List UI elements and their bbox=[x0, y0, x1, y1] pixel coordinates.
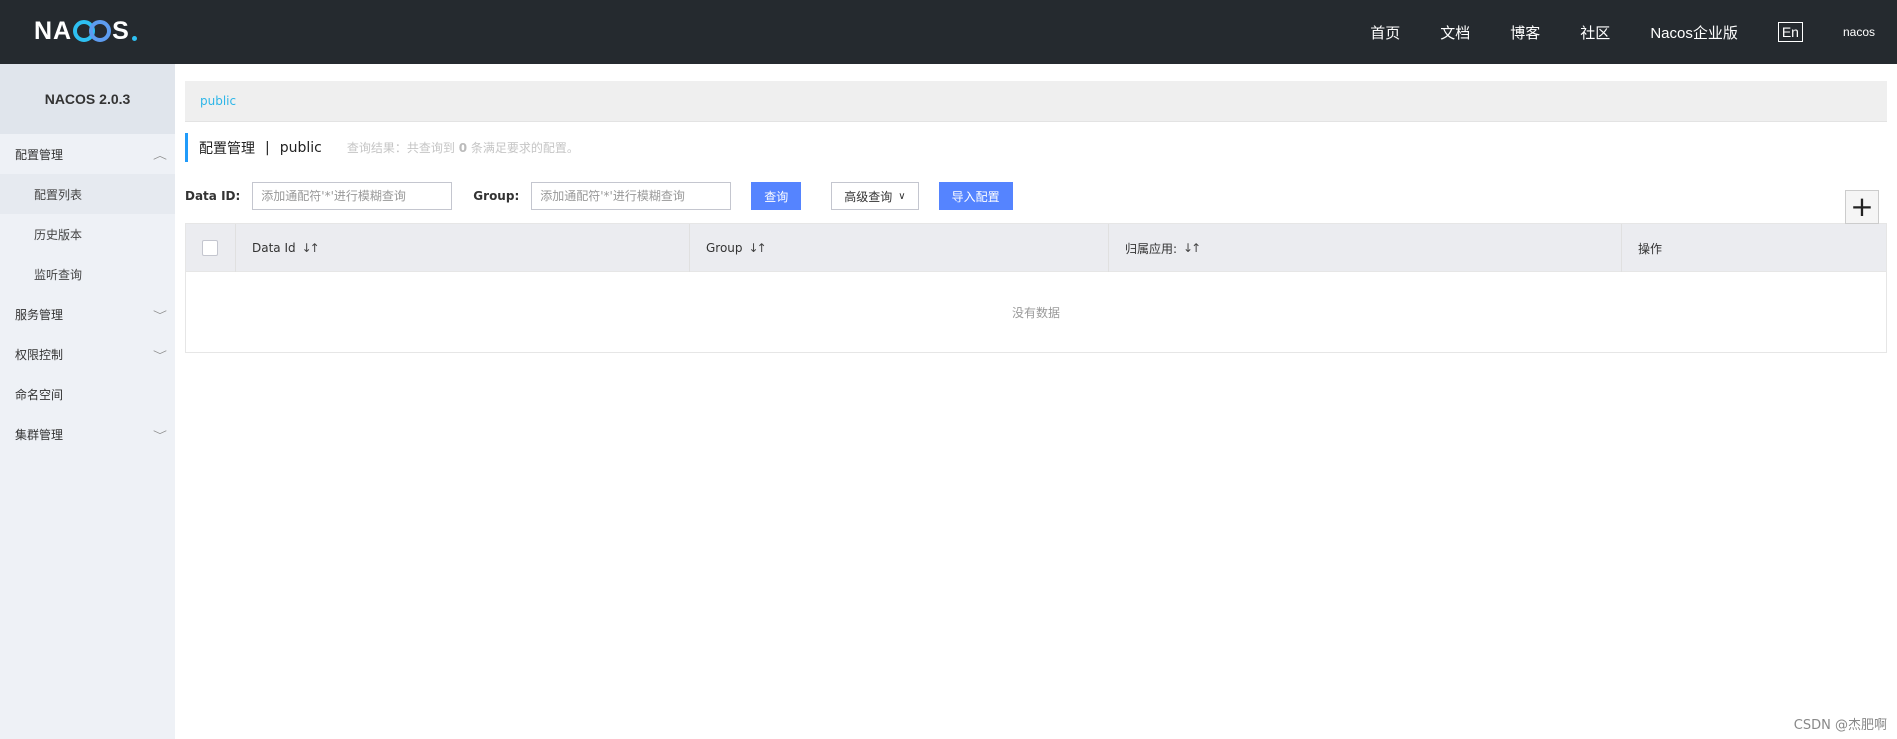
advanced-query-label: 高级查询 bbox=[844, 189, 893, 204]
logo-rings-icon bbox=[73, 20, 112, 42]
nav-docs[interactable]: 文档 bbox=[1440, 22, 1470, 43]
main-content: public 配置管理 | public 查询结果：共查询到 0 条满足要求的配… bbox=[185, 81, 1887, 353]
nav-home[interactable]: 首页 bbox=[1370, 22, 1400, 43]
logo-text-prefix: NA bbox=[34, 16, 73, 45]
import-config-button[interactable]: 导入配置 bbox=[938, 182, 1013, 210]
column-app[interactable]: 归属应用: ↓↑ bbox=[1109, 224, 1622, 272]
sidebar: NACOS 2.0.3 配置管理 ︿ 配置列表 历史版本 监听查询 服务管理 ﹀… bbox=[0, 64, 175, 739]
column-data-id[interactable]: Data Id ↓↑ bbox=[236, 224, 690, 272]
column-group[interactable]: Group ↓↑ bbox=[690, 224, 1109, 272]
menu-namespace[interactable]: 命名空间 bbox=[0, 374, 175, 414]
top-nav: 首页 文档 博客 社区 Nacos企业版 En nacos bbox=[1370, 0, 1897, 64]
column-data-id-label: Data Id bbox=[252, 241, 296, 255]
top-header: NA S 首页 文档 博客 社区 Nacos企业版 En nacos bbox=[0, 0, 1897, 64]
add-config-button[interactable]: + bbox=[1845, 190, 1879, 224]
menu-config-management-label: 配置管理 bbox=[15, 147, 64, 162]
config-table: Data Id ↓↑ Group ↓↑ 归属应用: ↓↑ 操作 没有数据 bbox=[185, 223, 1887, 353]
menu-namespace-label: 命名空间 bbox=[15, 387, 64, 402]
title-separator: | bbox=[265, 139, 270, 156]
menu-auth-control[interactable]: 权限控制 ﹀ bbox=[0, 334, 175, 374]
menu-service-management-label: 服务管理 bbox=[15, 307, 64, 322]
chevron-down-icon: ∨ bbox=[898, 190, 906, 202]
page-title: 配置管理 bbox=[199, 140, 255, 157]
sort-icon[interactable]: ↓↑ bbox=[302, 241, 320, 255]
chevron-up-icon: ︿ bbox=[153, 150, 167, 162]
dataid-input[interactable] bbox=[252, 182, 453, 210]
menu-history-version[interactable]: 历史版本 bbox=[0, 214, 175, 254]
menu-cluster-management-label: 集群管理 bbox=[15, 427, 64, 442]
column-app-label: 归属应用: bbox=[1125, 241, 1178, 256]
menu-cluster-management[interactable]: 集群管理 ﹀ bbox=[0, 414, 175, 454]
namespace-bar: public bbox=[185, 81, 1887, 122]
query-button[interactable]: 查询 bbox=[751, 182, 802, 210]
header-select-cell bbox=[186, 224, 236, 272]
table-header: Data Id ↓↑ Group ↓↑ 归属应用: ↓↑ 操作 bbox=[186, 224, 1886, 272]
plus-icon: + bbox=[1850, 190, 1874, 223]
chevron-down-icon: ﹀ bbox=[153, 310, 167, 322]
nacos-logo[interactable]: NA S bbox=[34, 17, 137, 45]
group-label: Group: bbox=[473, 189, 520, 203]
table-empty-state: 没有数据 bbox=[1011, 305, 1060, 320]
sort-icon[interactable]: ↓↑ bbox=[1183, 241, 1201, 255]
advanced-query-button[interactable]: 高级查询 ∨ bbox=[831, 182, 919, 210]
user-name[interactable]: nacos bbox=[1843, 25, 1875, 39]
sort-icon[interactable]: ↓↑ bbox=[749, 241, 767, 255]
menu-config-management[interactable]: 配置管理 ︿ bbox=[0, 134, 175, 174]
chevron-down-icon: ﹀ bbox=[153, 350, 167, 362]
nav-enterprise[interactable]: Nacos企业版 bbox=[1650, 22, 1738, 43]
column-group-label: Group bbox=[706, 241, 743, 255]
query-result-summary: 查询结果：共查询到 0 条满足要求的配置。 bbox=[346, 141, 579, 155]
dataid-label: Data ID: bbox=[185, 189, 241, 203]
version-label: NACOS 2.0.3 bbox=[0, 64, 175, 134]
nav-community[interactable]: 社区 bbox=[1580, 22, 1610, 43]
menu-service-management[interactable]: 服务管理 ﹀ bbox=[0, 294, 175, 334]
group-input[interactable] bbox=[531, 182, 732, 210]
csdn-watermark: CSDN @杰肥啊 bbox=[1793, 718, 1887, 733]
language-toggle[interactable]: En bbox=[1777, 22, 1803, 42]
column-actions: 操作 bbox=[1622, 224, 1886, 272]
chevron-down-icon: ﹀ bbox=[153, 430, 167, 442]
logo-dot-icon bbox=[131, 36, 137, 41]
current-namespace: public bbox=[279, 139, 322, 156]
select-all-checkbox[interactable] bbox=[202, 240, 218, 256]
namespace-public-link[interactable]: public bbox=[200, 94, 236, 108]
menu-config-list[interactable]: 配置列表 bbox=[0, 174, 175, 214]
page-title-row: 配置管理 | public 查询结果：共查询到 0 条满足要求的配置。 bbox=[185, 133, 1887, 162]
logo-text-suffix: S bbox=[112, 16, 130, 45]
column-actions-label: 操作 bbox=[1638, 241, 1663, 256]
menu-listener-query[interactable]: 监听查询 bbox=[0, 254, 175, 294]
search-row: Data ID: Group: 查询 高级查询 ∨ 导入配置 + bbox=[185, 182, 1887, 224]
nav-blog[interactable]: 博客 bbox=[1510, 22, 1540, 43]
menu-auth-control-label: 权限控制 bbox=[15, 347, 64, 362]
